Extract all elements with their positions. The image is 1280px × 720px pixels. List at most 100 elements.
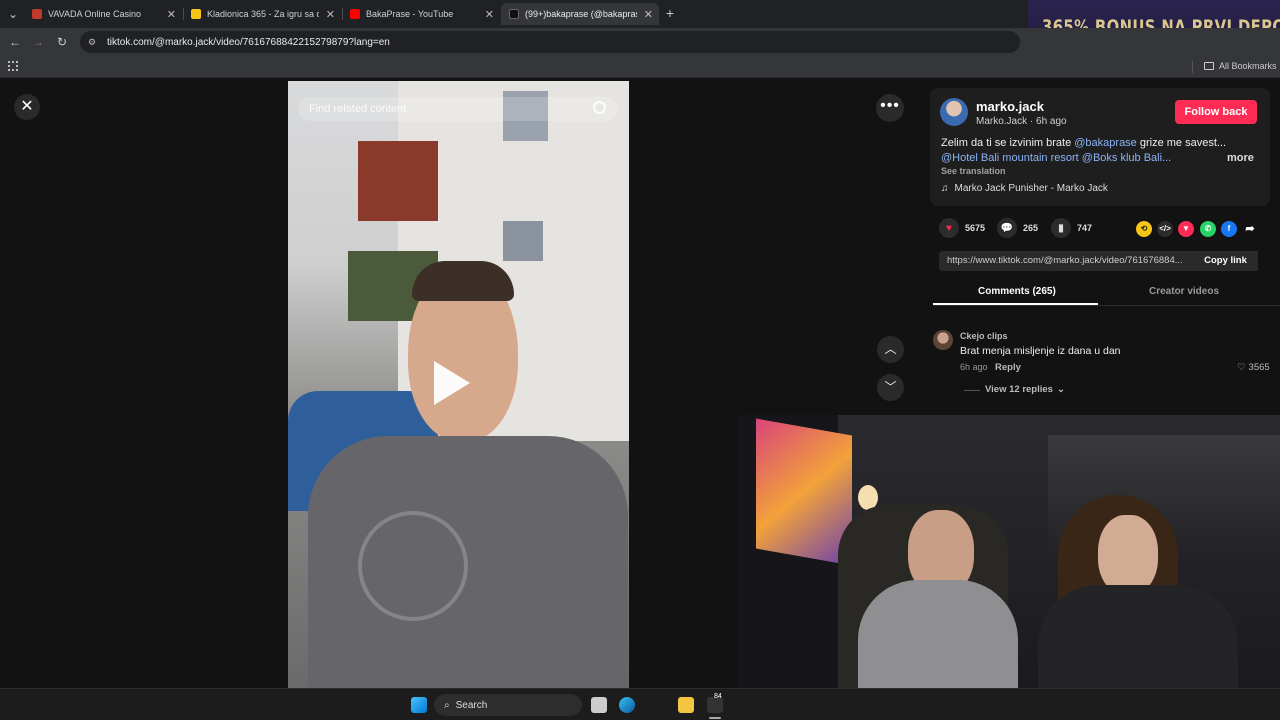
comment-count: 265 <box>1023 223 1039 233</box>
tab-creator-videos[interactable]: Creator videos <box>1149 286 1219 297</box>
video-shirt-logo <box>358 511 468 621</box>
all-bookmarks-label: All Bookmarks <box>1219 61 1277 71</box>
tab-favicon <box>32 9 42 19</box>
tab-divider <box>933 305 1280 306</box>
cam-person-left-body <box>858 580 1018 688</box>
save-button[interactable]: ▮ 747 <box>1051 218 1092 238</box>
like-button[interactable]: ♥ 5675 <box>939 218 985 238</box>
bookmarks-separator <box>1192 61 1193 73</box>
reply-button[interactable]: Reply <box>995 362 1021 373</box>
taskbar-search[interactable]: ⌕ Search <box>434 694 582 716</box>
app-badge: 84 <box>714 693 722 700</box>
tab-comments[interactable]: Comments (265) <box>978 286 1056 297</box>
share-icon[interactable]: ➦ <box>1242 221 1258 237</box>
comment-like-button[interactable]: ♡ 3565 <box>1237 362 1270 373</box>
task-view-icon[interactable] <box>591 697 607 713</box>
description-line-2[interactable]: @Hotel Bali mountain resort @Boks klub B… <box>941 152 1171 164</box>
cam-person-right-body <box>1038 585 1238 688</box>
search-placeholder: Find related content <box>309 103 407 115</box>
tab-close-icon[interactable]: ✕ <box>326 8 335 21</box>
search-icon[interactable] <box>593 101 606 114</box>
address-url: tiktok.com/@marko.jack/video/76167688422… <box>107 36 390 48</box>
find-related-search[interactable]: Find related content <box>298 97 618 121</box>
taskbar-search-label: Search <box>455 699 488 711</box>
comment-icon: 💬 <box>997 218 1017 238</box>
tab-favicon <box>191 9 201 19</box>
replies-divider <box>964 390 980 391</box>
cam-person-right-head <box>1098 515 1158 595</box>
description-card: marko.jack Marko.Jack · 6h ago Follow ba… <box>930 88 1270 206</box>
edge-icon[interactable] <box>619 697 635 713</box>
like-count: 5675 <box>965 223 986 233</box>
windows-start-icon[interactable] <box>411 697 427 713</box>
close-icon[interactable]: ✕ <box>14 94 40 120</box>
music-link[interactable]: ♫ Marko Jack Punisher - Marko Jack <box>941 183 1108 194</box>
comment-avatar[interactable] <box>933 330 953 350</box>
tab-vavada[interactable]: VAVADA Online Casino ✕ <box>24 3 182 25</box>
tab-close-icon[interactable]: ✕ <box>167 8 176 21</box>
display-name-time: Marko.Jack · 6h ago <box>976 116 1067 127</box>
send-icon[interactable]: ▼ <box>1178 221 1194 237</box>
more-button[interactable]: more <box>1227 152 1254 164</box>
view-replies-label: View 12 replies <box>985 384 1053 395</box>
apps-grid-icon[interactable] <box>8 61 18 71</box>
see-translation-link[interactable]: See translation <box>941 166 1006 176</box>
file-explorer-icon[interactable] <box>678 697 694 713</box>
all-bookmarks[interactable]: All Bookmarks <box>1204 61 1277 71</box>
previous-video-button[interactable]: ︿ <box>877 336 904 363</box>
comment-text: Brat menja misljenje iz dana u dan <box>960 345 1121 357</box>
avatar[interactable] <box>940 98 968 126</box>
follow-back-button[interactable]: Follow back <box>1175 100 1257 124</box>
heart-outline-icon: ♡ <box>1237 362 1246 373</box>
username[interactable]: marko.jack <box>976 99 1044 114</box>
facebook-icon[interactable]: f <box>1221 221 1237 237</box>
reload-icon[interactable]: ↻ <box>53 33 71 51</box>
tab-close-icon[interactable]: ✕ <box>644 8 653 21</box>
embed-icon[interactable]: </> <box>1157 221 1173 237</box>
search-icon: ⌕ <box>444 699 450 711</box>
webcam-overlay <box>738 415 1280 688</box>
video-player[interactable]: Find related content <box>288 81 629 688</box>
next-video-button[interactable]: ﹀ <box>877 374 904 401</box>
video-window <box>503 221 543 261</box>
browser-toolbar: ← → ↻ ⚙ tiktok.com/@marko.jack/video/761… <box>0 28 1280 56</box>
comment-author[interactable]: Ckejo clips <box>960 331 1008 341</box>
description-text: grize me savest... <box>1136 137 1227 149</box>
tab-kladionica[interactable]: Kladionica 365 - Za igru sa drug ✕ <box>183 3 341 25</box>
whatsapp-icon[interactable]: ✆ <box>1200 221 1216 237</box>
site-info-icon[interactable]: ⚙ <box>88 37 100 47</box>
comment-button[interactable]: 💬 265 <box>997 218 1038 238</box>
tab-search-button[interactable]: ⌄ <box>4 5 22 23</box>
comment-time: 6h ago <box>960 362 988 372</box>
chevron-down-icon: ⌄ <box>1056 384 1065 395</box>
tab-title: (99+)bakaprase (@bakaprase) | <box>525 9 637 19</box>
video-person-shirt <box>308 436 628 688</box>
more-options-icon[interactable]: ••• <box>876 94 904 122</box>
cam-tv-screen <box>756 418 852 566</box>
tab-title: VAVADA Online Casino <box>48 9 142 19</box>
play-icon[interactable] <box>434 361 470 405</box>
music-note-icon: ♫ <box>941 183 949 194</box>
copy-link-button[interactable]: Copy link <box>1193 251 1258 271</box>
save-count: 747 <box>1077 223 1093 233</box>
folder-icon <box>1204 62 1214 70</box>
view-replies-button[interactable]: View 12 replies ⌄ <box>985 384 1065 395</box>
repost-icon[interactable]: ⟲ <box>1136 221 1152 237</box>
description-line-1: Zelim da ti se izvinim brate @bakaprase … <box>941 137 1226 149</box>
mention-link[interactable]: @bakaprase <box>1074 137 1137 149</box>
tab-title: Kladionica 365 - Za igru sa drug <box>207 9 319 19</box>
tab-title: BakaPrase - YouTube <box>366 9 454 19</box>
music-title: Marko Jack Punisher - Marko Jack <box>954 183 1108 194</box>
tab-close-icon[interactable]: ✕ <box>485 8 494 21</box>
back-icon[interactable]: ← <box>6 33 24 51</box>
heart-icon: ♥ <box>939 218 959 238</box>
tab-youtube[interactable]: BakaPrase - YouTube ✕ <box>342 3 500 25</box>
bookmarks-bar: All Bookmarks <box>0 56 1280 78</box>
video-balcony <box>358 141 438 221</box>
comment-like-count: 3565 <box>1248 362 1270 373</box>
address-bar[interactable]: ⚙ tiktok.com/@marko.jack/video/761676884… <box>80 31 1020 53</box>
new-tab-button[interactable]: + <box>661 4 679 22</box>
forward-icon[interactable]: → <box>29 33 47 51</box>
tab-tiktok[interactable]: (99+)bakaprase (@bakaprase) | ✕ <box>501 3 659 25</box>
active-app-indicator <box>709 717 721 719</box>
